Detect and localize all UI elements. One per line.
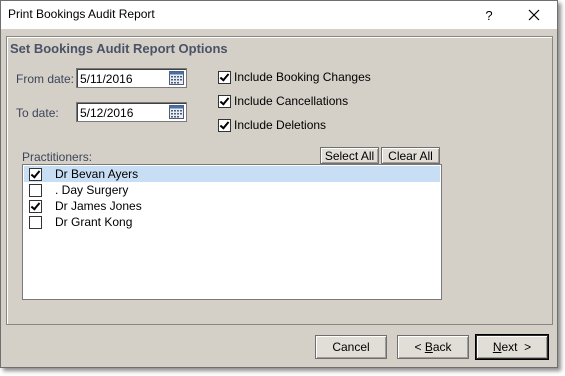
from-date-calendar-button[interactable] xyxy=(168,70,185,86)
list-item-label: Dr James Jones xyxy=(55,199,142,213)
next-button[interactable]: Next > xyxy=(476,335,548,359)
to-date-label: To date: xyxy=(16,106,59,120)
close-icon xyxy=(528,9,540,21)
panel-heading: Set Bookings Audit Report Options xyxy=(10,41,228,56)
checkbox-box[interactable] xyxy=(218,118,231,132)
to-date-input[interactable]: 5/12/2016 xyxy=(76,102,187,122)
clear-all-button[interactable]: Clear All xyxy=(381,147,440,164)
next-rest: ext > xyxy=(501,340,532,354)
print-bookings-audit-dialog: Print Bookings Audit Report ? Set Bookin… xyxy=(0,0,558,368)
calendar-icon xyxy=(169,105,184,119)
checkbox-label: Include Cancellations xyxy=(234,94,349,108)
checkbox-label: Include Deletions xyxy=(234,118,327,132)
checkbox-box[interactable] xyxy=(218,94,231,108)
help-icon: ? xyxy=(485,7,493,23)
next-mnemonic: N xyxy=(492,340,502,354)
back-mnemonic: B xyxy=(424,340,433,354)
list-item-day-surgery[interactable]: . Day Surgery xyxy=(24,182,440,198)
list-item-label: Dr Grant Kong xyxy=(55,215,133,229)
back-rest: ack xyxy=(432,340,452,354)
back-button[interactable]: < Back xyxy=(397,335,469,359)
calendar-icon xyxy=(169,71,184,85)
checkbox-box[interactable] xyxy=(218,70,231,84)
from-date-input[interactable]: 5/11/2016 xyxy=(76,68,187,88)
include-cancellations-checkbox[interactable]: Include Cancellations xyxy=(218,94,348,108)
select-all-button[interactable]: Select All xyxy=(320,147,379,164)
list-item-label: Dr Bevan Ayers xyxy=(55,167,139,181)
help-button[interactable]: ? xyxy=(467,1,511,29)
close-button[interactable] xyxy=(512,1,556,29)
list-item-label: . Day Surgery xyxy=(55,183,129,197)
list-item-dr-bevan-ayers[interactable]: Dr Bevan Ayers xyxy=(24,166,440,182)
from-date-value: 5/11/2016 xyxy=(80,72,133,86)
include-booking-changes-checkbox[interactable]: Include Booking Changes xyxy=(218,70,371,84)
to-date-value: 5/12/2016 xyxy=(80,106,134,120)
practitioners-list[interactable]: Dr Bevan Ayers . Day Surgery Dr James Jo… xyxy=(22,164,442,300)
list-item-dr-grant-kong[interactable]: Dr Grant Kong xyxy=(24,214,440,230)
list-item-dr-james-jones[interactable]: Dr James Jones xyxy=(24,198,440,214)
title-bar: Print Bookings Audit Report ? xyxy=(1,1,557,29)
back-prefix: < xyxy=(414,340,425,354)
window-title: Print Bookings Audit Report xyxy=(8,7,155,21)
include-deletions-checkbox[interactable]: Include Deletions xyxy=(218,118,326,132)
list-item-checkbox[interactable] xyxy=(29,215,42,229)
list-item-checkbox[interactable] xyxy=(29,167,42,181)
cancel-button[interactable]: Cancel xyxy=(315,335,387,359)
to-date-calendar-button[interactable] xyxy=(168,104,185,120)
practitioners-label: Practitioners: xyxy=(22,150,93,164)
checkbox-label: Include Booking Changes xyxy=(234,70,371,84)
list-item-checkbox[interactable] xyxy=(29,199,42,213)
list-item-checkbox[interactable] xyxy=(29,183,42,197)
options-panel: Set Bookings Audit Report Options From d… xyxy=(6,36,553,325)
from-date-label: From date: xyxy=(16,72,75,86)
